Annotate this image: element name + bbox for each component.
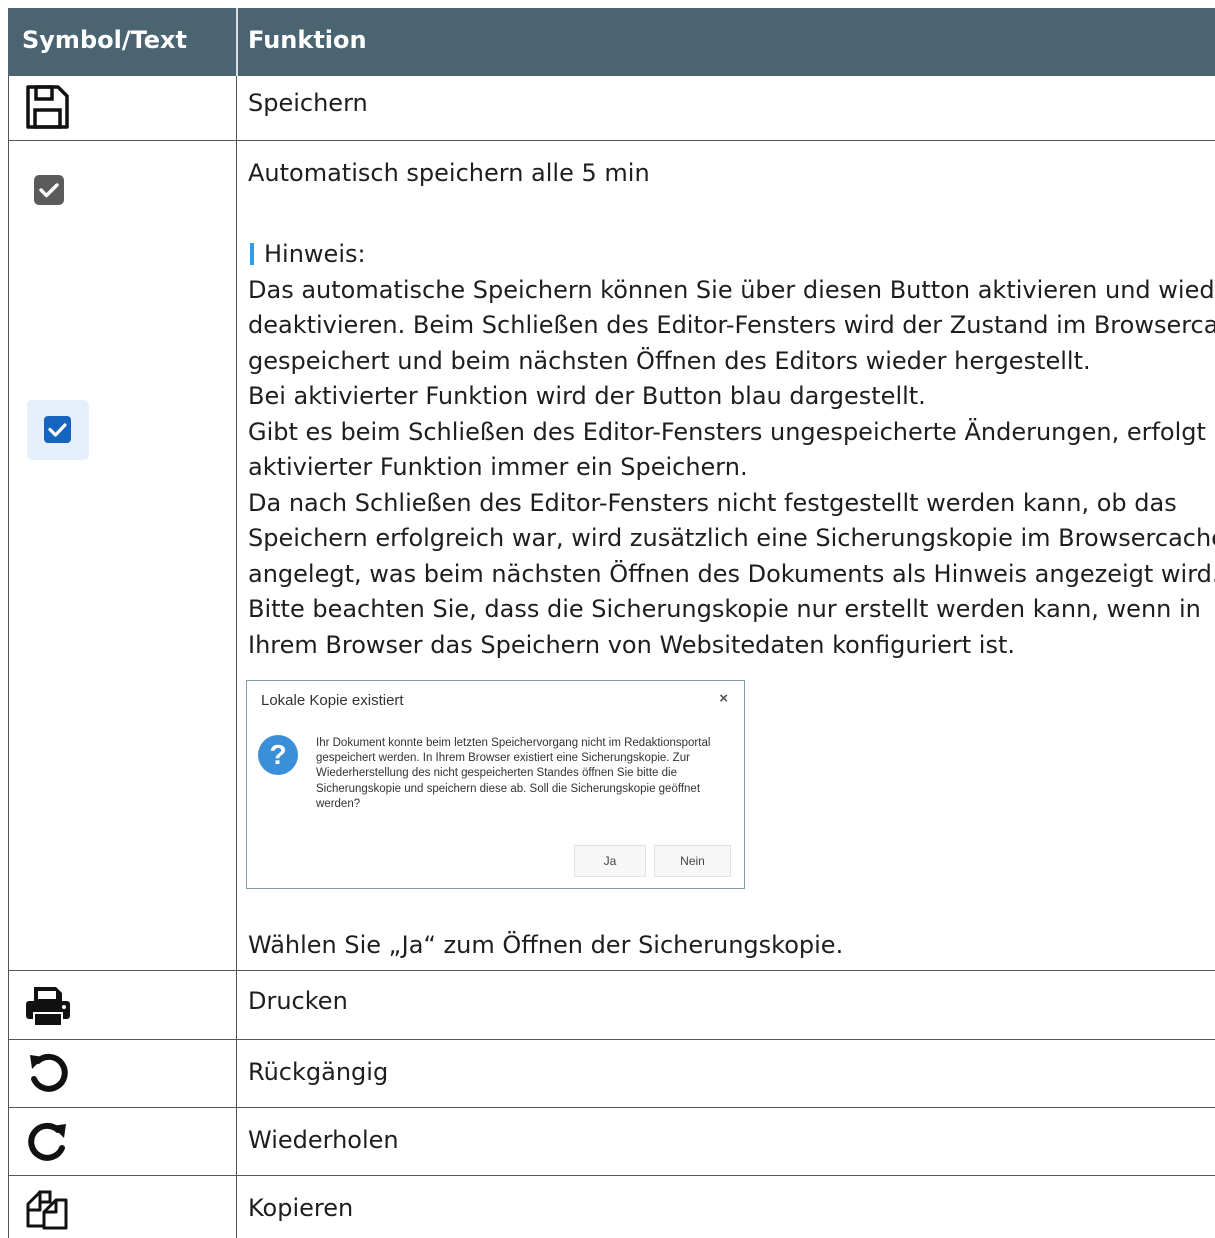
local-copy-dialog: Lokale Kopie existiert × ? Ihr Dokument … xyxy=(246,680,745,889)
dialog-message: Ihr Dokument konnte beim letzten Speiche… xyxy=(316,737,711,810)
copy-icon xyxy=(26,1190,68,1230)
autosave-footer: Wählen Sie „Ja“ zum Öffnen der Sicherung… xyxy=(248,931,844,959)
close-icon[interactable]: × xyxy=(719,690,728,707)
redo-icon xyxy=(28,1122,66,1161)
dialog-title: Lokale Kopie existiert xyxy=(261,692,404,709)
paragraph-line: Das automatische Speichern können Sie üb… xyxy=(248,276,1215,304)
note-title: Hinweis: xyxy=(248,237,366,273)
autosave-label: Automatisch speichern alle 5 min xyxy=(248,159,650,187)
paragraph-line: Speichern erfolgreich war, wird zusätzli… xyxy=(248,524,1215,552)
checkbox-blue-checked-icon xyxy=(27,400,89,460)
header-symbol: Symbol/Text xyxy=(22,26,188,54)
paragraph-line: gespeichert und beim nächsten Öffnen des… xyxy=(248,347,1091,375)
question-icon: ? xyxy=(258,735,298,775)
redo-label: Wiederholen xyxy=(248,1126,399,1154)
save-label: Speichern xyxy=(248,89,368,117)
paragraph-line: Da nach Schließen des Editor-Fensters ni… xyxy=(248,489,1177,517)
paragraph-line: Bei aktivierter Funktion wird der Button… xyxy=(248,382,926,410)
paragraph-line: Gibt es beim Schließen des Editor-Fenste… xyxy=(248,418,1215,446)
undo-icon xyxy=(30,1053,68,1092)
paragraph-line: Bitte beachten Sie, dass die Sicherungsk… xyxy=(248,595,1201,623)
checkbox-gray-checked-icon xyxy=(34,175,64,205)
no-button[interactable]: Nein xyxy=(654,845,731,877)
paragraph-line: angelegt, was beim nächsten Öffnen des D… xyxy=(248,560,1215,588)
header-function: Funktion xyxy=(248,26,367,54)
copy-label: Kopieren xyxy=(248,1194,354,1222)
table-header: Symbol/Text Funktion xyxy=(8,8,1215,76)
printer-icon xyxy=(26,987,70,1027)
paragraph-line: aktivierter Funktion immer ein Speichern… xyxy=(248,453,748,481)
undo-label: Rückgängig xyxy=(248,1058,389,1086)
paragraph-line: Ihrem Browser das Speichern von Websited… xyxy=(248,631,1015,659)
paragraph-line: deaktivieren. Beim Schließen des Editor-… xyxy=(248,311,1215,339)
print-label: Drucken xyxy=(248,987,348,1015)
floppy-disk-icon xyxy=(26,85,69,129)
yes-button[interactable]: Ja xyxy=(574,845,646,877)
